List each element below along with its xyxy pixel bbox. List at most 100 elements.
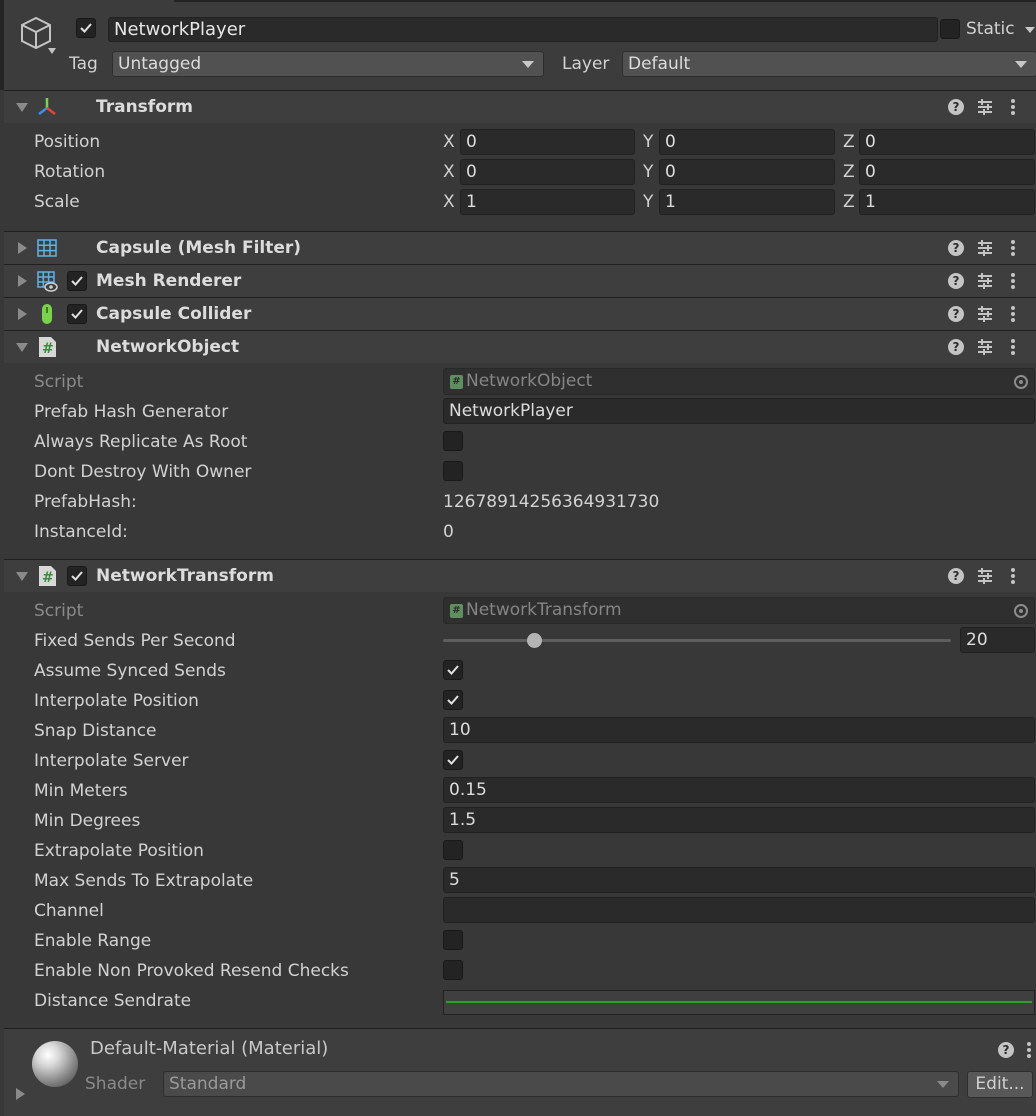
interpolate-server-checkbox[interactable] [443,750,463,770]
min-degrees-field[interactable]: 1.5 [443,807,1035,833]
fixed-sends-slider-track[interactable] [443,639,951,642]
axis-x-label[interactable]: X [443,131,455,153]
dont-destroy-checkbox[interactable] [443,461,463,481]
position-y-field[interactable]: 0 [659,129,835,155]
kebab-menu-icon[interactable] [1010,304,1016,324]
foldout-expanded-icon[interactable] [16,103,28,112]
kebab-menu-icon[interactable] [1010,271,1016,291]
kebab-menu-icon[interactable] [1010,97,1016,117]
presets-icon[interactable] [976,338,994,356]
component-tools: ? [948,304,1028,326]
min-meters-label: Min Meters [34,781,128,801]
tag-dropdown[interactable]: Untagged [112,51,544,77]
kebab-menu-icon[interactable] [1010,566,1016,586]
tab-divider [174,0,1036,2]
presets-icon[interactable] [976,239,994,257]
capsule-collider-enabled-checkbox[interactable] [67,304,87,324]
max-sends-field[interactable]: 5 [443,867,1035,893]
kebab-menu-icon[interactable] [1010,337,1016,357]
component-title: Capsule Collider [96,304,252,324]
static-checkbox[interactable] [940,19,960,39]
object-picker-icon[interactable] [1014,604,1028,618]
script-value: NetworkTransform [466,600,622,620]
active-toggle-checkbox[interactable] [76,18,96,38]
channel-field[interactable] [443,897,1035,923]
help-icon[interactable]: ? [998,1042,1014,1058]
extrapolate-position-checkbox[interactable] [443,840,463,860]
interpolate-position-checkbox[interactable] [443,690,463,710]
axis-y-label[interactable]: Y [643,131,653,153]
presets-icon[interactable] [976,305,994,323]
presets-icon[interactable] [976,567,994,585]
always-replicate-checkbox[interactable] [443,431,463,451]
component-tools: ? [948,271,1028,293]
axis-y-label[interactable]: Y [643,161,653,183]
cube-icon[interactable] [18,14,58,58]
object-picker-icon[interactable] [1014,375,1028,389]
fixed-sends-slider-thumb[interactable] [526,633,542,648]
rotation-y-field[interactable]: 0 [659,159,835,185]
prefab-hash-generator-field[interactable]: NetworkPlayer [443,398,1035,424]
help-icon[interactable]: ? [948,99,964,115]
mesh-renderer-enabled-checkbox[interactable] [67,271,87,291]
capsule-collider-component-header[interactable]: Capsule Collider ? [4,297,1036,330]
axis-z-label[interactable]: Z [843,131,855,153]
scale-y-field[interactable]: 1 [659,189,835,215]
svg-text:#: # [42,570,54,586]
network-transform-enabled-checkbox[interactable] [67,566,87,586]
rotation-x-field[interactable]: 0 [460,159,635,185]
help-icon[interactable]: ? [948,568,964,584]
mesh-renderer-component-header[interactable]: Mesh Renderer ? [4,264,1036,297]
axis-z-label[interactable]: Z [843,161,855,183]
rotation-z-field[interactable]: 0 [859,159,1035,185]
shader-dropdown[interactable]: Standard [163,1071,959,1097]
foldout-collapsed-icon[interactable] [18,275,27,287]
foldout-expanded-icon[interactable] [16,572,28,581]
script-object-field[interactable]: # NetworkObject [443,368,1035,395]
foldout-expanded-icon[interactable] [16,343,28,352]
enable-range-checkbox[interactable] [443,930,463,950]
axis-y-label[interactable]: Y [643,191,653,213]
assume-synced-checkbox[interactable] [443,660,463,680]
kebab-menu-icon[interactable] [1026,1040,1032,1060]
enable-non-provoked-checkbox[interactable] [443,960,463,980]
axis-x-label[interactable]: X [443,191,455,213]
extrapolate-position-label: Extrapolate Position [34,841,204,861]
shader-edit-button[interactable]: Edit... [967,1071,1033,1098]
script-object-field[interactable]: # NetworkTransform [443,597,1035,624]
presets-icon[interactable] [976,272,994,290]
position-z-field[interactable]: 0 [859,129,1035,155]
fixed-sends-field[interactable]: 20 [960,627,1035,653]
help-icon[interactable]: ? [948,339,964,355]
network-object-component-header[interactable]: # NetworkObject ? [4,330,1036,363]
foldout-collapsed-icon[interactable] [18,308,27,320]
mesh-filter-component-header[interactable]: Capsule (Mesh Filter) ? [4,231,1036,264]
network-transform-component-header[interactable]: # NetworkTransform ? [4,559,1036,592]
position-x-field[interactable]: 0 [460,129,635,155]
prefab-hash-generator-label: Prefab Hash Generator [34,402,229,422]
distance-sendrate-curve-field[interactable] [443,990,1035,1015]
foldout-collapsed-icon[interactable] [18,242,27,254]
dont-destroy-label: Dont Destroy With Owner [34,462,252,482]
axis-x-label[interactable]: X [443,161,455,183]
foldout-collapsed-icon[interactable] [16,1088,25,1100]
snap-distance-field[interactable]: 10 [443,717,1035,743]
layer-dropdown[interactable]: Default [622,51,1036,77]
component-title: Mesh Renderer [96,271,242,291]
scale-z-field[interactable]: 1 [859,189,1035,215]
material-preview-sphere[interactable] [32,1041,78,1087]
presets-icon[interactable] [976,98,994,116]
help-icon[interactable]: ? [948,273,964,289]
help-icon[interactable]: ? [948,306,964,322]
object-name-field[interactable]: NetworkPlayer [108,17,938,42]
static-dropdown-arrow-icon[interactable] [1025,27,1035,33]
help-icon[interactable]: ? [948,240,964,256]
axis-z-label[interactable]: Z [843,191,855,213]
enable-non-provoked-label: Enable Non Provoked Resend Checks [34,961,349,981]
kebab-menu-icon[interactable] [1010,238,1016,258]
component-title: Capsule (Mesh Filter) [96,238,302,258]
transform-component-header[interactable]: Transform ? [4,90,1036,123]
scale-x-field[interactable]: 1 [460,189,635,215]
min-meters-field[interactable]: 0.15 [443,777,1035,803]
interpolate-server-label: Interpolate Server [34,751,189,771]
